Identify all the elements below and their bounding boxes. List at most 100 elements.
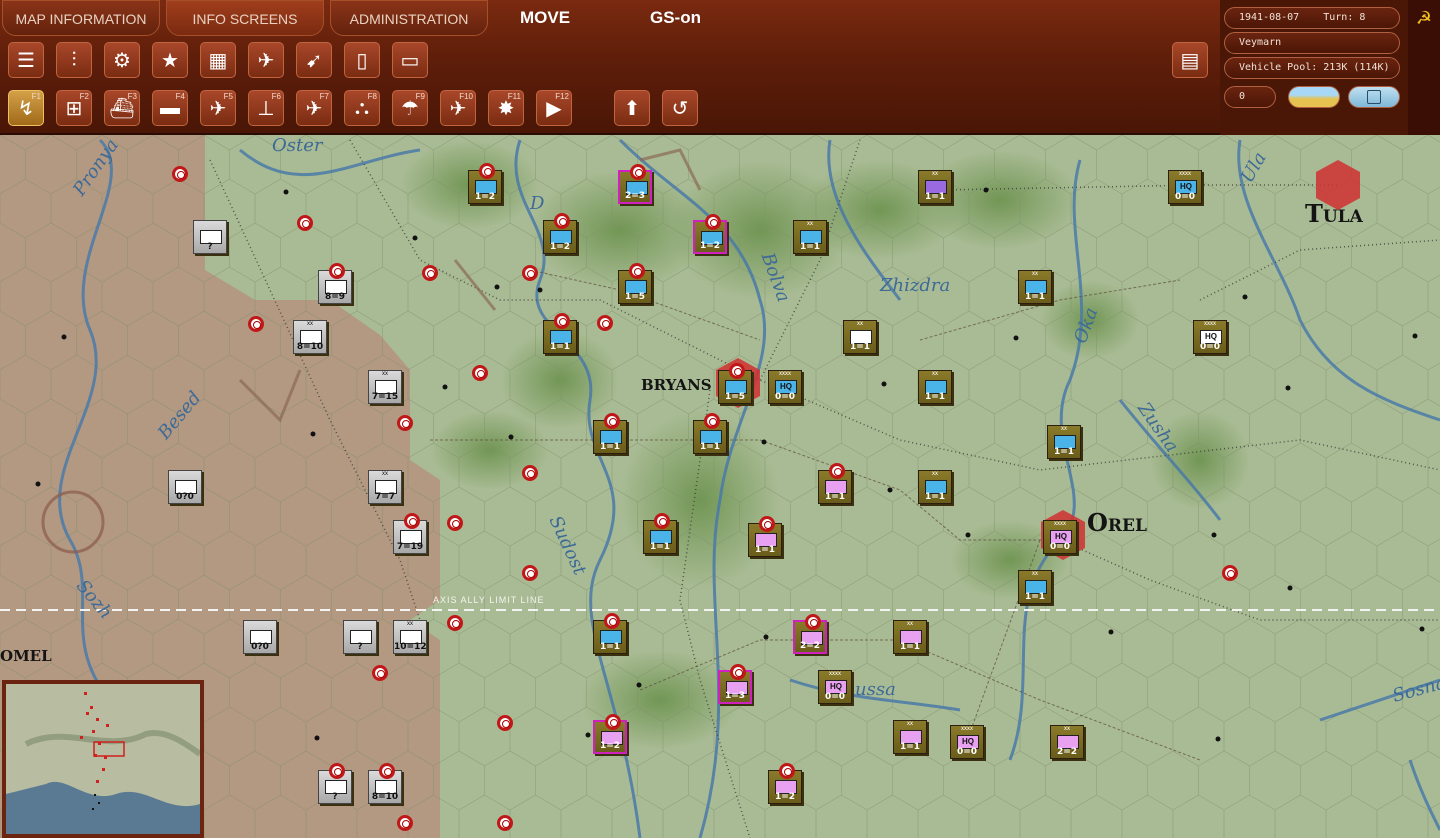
axis-unit-counter[interactable]: 8=10 xyxy=(368,763,402,804)
ground-attack-f7[interactable]: F7 ✈ xyxy=(296,90,332,126)
air-button[interactable]: ✈ xyxy=(248,42,284,78)
city-label-orel: Orel xyxy=(1087,508,1147,537)
hq-counter-orel[interactable]: xxxx HQ 0=0 xyxy=(1043,520,1077,554)
move-mode-label[interactable]: MOVE xyxy=(520,8,570,28)
unit-counter-bryansk[interactable]: 1=5 xyxy=(718,363,752,404)
unit-counter[interactable]: 1=1 xyxy=(593,613,627,654)
hq-counter-stack[interactable]: xxxx HQ 0=0 xyxy=(950,725,984,759)
zoc-marker[interactable] xyxy=(497,815,513,831)
stacks-button[interactable]: ▤ xyxy=(1172,42,1208,78)
unit-counter-selected[interactable]: 1=2 xyxy=(593,714,627,754)
zoc-marker[interactable] xyxy=(597,315,613,331)
axis-unit-counter[interactable]: ? xyxy=(343,620,377,654)
rail-mode-f2[interactable]: F2 ⊞ xyxy=(56,90,92,126)
unit-counter[interactable]: xx 1=1 xyxy=(1018,570,1052,604)
zoc-marker[interactable] xyxy=(1222,565,1238,581)
air-transfer-f5[interactable]: F5 ✈ xyxy=(200,90,236,126)
ground-condition-indicator[interactable] xyxy=(1348,86,1400,108)
unit-counter[interactable]: 1=1 xyxy=(818,463,852,504)
unit-counter[interactable]: xx 1=1 xyxy=(1018,270,1052,304)
unit-counter-selected[interactable]: 1=3 xyxy=(718,664,752,704)
zoc-marker[interactable] xyxy=(447,515,463,531)
faction-flag: ☭ xyxy=(1408,0,1440,135)
unit-counter[interactable]: 1=2 xyxy=(468,163,502,204)
supply-button[interactable]: ▯ xyxy=(344,42,380,78)
axis-unit-counter[interactable]: 7=19 xyxy=(393,513,427,554)
gs-toggle[interactable]: GS-on xyxy=(650,8,701,28)
unit-counter-stack[interactable]: xx 2=2 xyxy=(1050,725,1084,759)
zoc-marker[interactable] xyxy=(522,265,538,281)
zoc-marker[interactable] xyxy=(297,215,313,231)
unit-counter[interactable]: xx 1=1 xyxy=(893,720,927,754)
hq-counter[interactable]: xxxx HQ 0=0 xyxy=(1193,320,1227,354)
hq-counter[interactable]: xxxx HQ 0=0 xyxy=(768,370,802,404)
zoc-marker[interactable] xyxy=(447,615,463,631)
zoc-marker[interactable] xyxy=(248,316,264,332)
end-phase-f12[interactable]: F12 ▶ xyxy=(536,90,572,126)
unit-counter[interactable]: xx 1=1 xyxy=(918,170,952,204)
unit-counter-selected[interactable]: 2=3 xyxy=(618,164,652,204)
zoc-marker[interactable] xyxy=(522,565,538,581)
hotkey-label: F5 xyxy=(223,92,233,101)
zoc-marker[interactable] xyxy=(497,715,513,731)
hq-button[interactable]: ☰ xyxy=(8,42,44,78)
unit-counter[interactable]: xx 1=1 xyxy=(793,220,827,254)
hq-counter[interactable]: xxxx HQ 0=0 xyxy=(1168,170,1202,204)
unit-counter[interactable]: xx 1=1 xyxy=(893,620,927,654)
city-bomb-f8[interactable]: F8 ⛬ xyxy=(344,90,380,126)
undo-button[interactable]: ↺ xyxy=(662,90,698,126)
hotkey-label: F9 xyxy=(415,92,425,101)
axis-unit-counter[interactable]: xx 8=10 xyxy=(293,320,327,354)
axis-unit-counter[interactable]: ? xyxy=(193,220,227,254)
paradrop-f9[interactable]: F9 ☂ xyxy=(392,90,428,126)
unit-counter[interactable]: 1=1 xyxy=(643,513,677,554)
zoc-marker[interactable] xyxy=(522,465,538,481)
unit-counter[interactable]: 1=5 xyxy=(618,263,652,304)
rocket-button[interactable]: ➹ xyxy=(296,42,332,78)
minimap[interactable] xyxy=(2,680,204,838)
unit-counter[interactable]: xx 1=1 xyxy=(843,320,877,354)
axis-unit-counter[interactable]: xx 7=7 xyxy=(368,470,402,504)
unit-counter[interactable]: 1=1 xyxy=(593,413,627,454)
hq-counter[interactable]: xxxx HQ 0=0 xyxy=(818,670,852,704)
favorites-button[interactable]: ★ xyxy=(152,42,188,78)
unit-counter[interactable]: 1=2 xyxy=(543,213,577,254)
settings-button[interactable]: ⚙ xyxy=(104,42,140,78)
tab-info-screens[interactable]: INFO SCREENS xyxy=(166,0,324,36)
weather-indicator[interactable] xyxy=(1288,86,1340,108)
unit-counter[interactable]: 1=1 xyxy=(543,313,577,354)
move-mode-f1[interactable]: F1 ↯ xyxy=(8,90,44,126)
unit-counter-stack[interactable]: xx 1=1 xyxy=(1047,425,1081,459)
zoc-marker[interactable] xyxy=(472,365,488,381)
zoc-marker[interactable] xyxy=(372,665,388,681)
unit-counter[interactable]: xx 1=1 xyxy=(918,370,952,404)
naval-mode-f3[interactable]: F3 ⛴ xyxy=(104,90,140,126)
report-button[interactable]: ▭ xyxy=(392,42,428,78)
zoc-marker[interactable] xyxy=(422,265,438,281)
axis-unit-counter[interactable]: 8=9 xyxy=(318,263,352,304)
up-button[interactable]: ⬆ xyxy=(614,90,650,126)
game-map[interactable]: BRYANS Orel Tula OMEL Oster Pronya Besed… xyxy=(0,135,1440,838)
tab-administration[interactable]: ADMINISTRATION xyxy=(330,0,488,36)
axis-unit-counter[interactable]: 0?0 xyxy=(243,620,277,654)
air-transport-f10[interactable]: F10 ✈ xyxy=(440,90,476,126)
unit-counter[interactable]: 1=1 xyxy=(693,413,727,454)
unit-counter-selected[interactable]: 2=2 xyxy=(793,614,827,654)
unit-counter-selected[interactable]: 1=2 xyxy=(693,214,727,254)
tab-map-information[interactable]: MAP INFORMATION xyxy=(2,0,160,36)
unit-counter[interactable]: xx 1=1 xyxy=(918,470,952,504)
artillery-f11[interactable]: F11 ✸ xyxy=(488,90,524,126)
axis-unit-counter[interactable]: ? xyxy=(318,763,352,804)
weather-button[interactable]: ▦ xyxy=(200,42,236,78)
unit-counter[interactable]: 1=1 xyxy=(748,516,782,557)
axis-unit-counter[interactable]: 0?0 xyxy=(168,470,202,504)
filter-button[interactable]: ⫶ xyxy=(56,42,92,78)
air-base-f6[interactable]: F6 ⊥ xyxy=(248,90,284,126)
zoc-marker[interactable] xyxy=(397,415,413,431)
zoc-marker[interactable] xyxy=(397,815,413,831)
axis-unit-counter[interactable]: xx 7=15 xyxy=(368,370,402,404)
unit-counter[interactable]: 1=2 xyxy=(768,763,802,804)
axis-unit-counter[interactable]: xx 10=12 xyxy=(393,620,427,654)
zoc-marker[interactable] xyxy=(172,166,188,182)
sea-mode-f4[interactable]: F4 ▬ xyxy=(152,90,188,126)
